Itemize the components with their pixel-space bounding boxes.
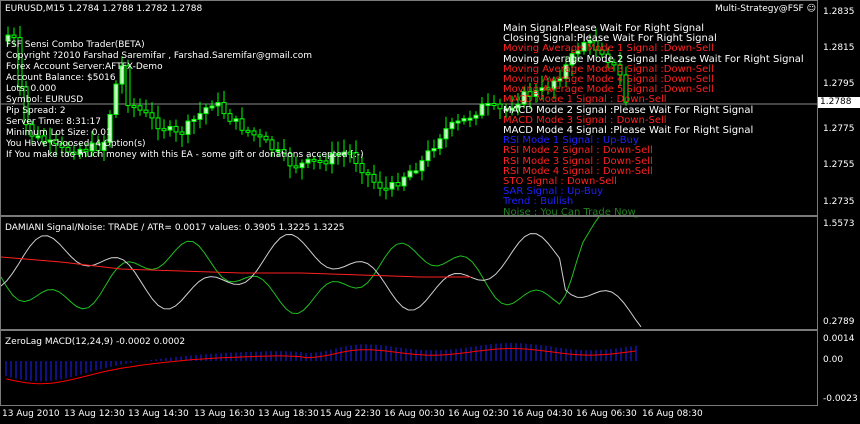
- candle-body: [173, 125, 179, 133]
- candle-body: [443, 128, 449, 140]
- damiani-axis-top: 1.5573: [823, 219, 855, 229]
- candle-body: [455, 120, 461, 124]
- macd-axis-bottom: -0.0023: [823, 394, 858, 404]
- candle-body: [371, 173, 377, 183]
- ea-info-line: Pip Spread: 2: [6, 106, 66, 116]
- candle-body: [419, 160, 425, 172]
- candle-body: [437, 138, 443, 150]
- ea-info-line: Forex Account Server:AFTFX-Demo: [6, 62, 163, 72]
- candle-body: [467, 117, 473, 121]
- candle-body: [389, 182, 395, 190]
- candle-body: [263, 135, 269, 141]
- ea-info-line: FSF Sensi Combo Trader(BETA): [6, 40, 145, 50]
- candle-body: [293, 165, 299, 169]
- candle-body: [11, 34, 17, 39]
- price-label: 1.2815: [823, 43, 855, 53]
- candle-body: [227, 113, 233, 122]
- price-chart-pane[interactable]: EURUSD,M15 1.2784 1.2788 1.2782 1.2788 M…: [0, 0, 819, 218]
- time-label: 13 Aug 14:30: [128, 409, 189, 419]
- candle-body: [113, 83, 119, 115]
- time-label: 16 Aug 08:30: [642, 409, 703, 419]
- candle-body: [233, 118, 239, 122]
- current-price-label: 1.2788: [818, 97, 860, 108]
- damiani-lines: [1, 217, 642, 328]
- damiani-title: DAMIANI Signal/Noise: TRADE / ATR= 0.001…: [5, 223, 345, 233]
- candle-body: [257, 134, 263, 138]
- candle-body: [167, 125, 173, 131]
- candle-body: [407, 170, 413, 178]
- candle-body: [365, 172, 371, 176]
- candle-body: [191, 118, 197, 122]
- candle-body: [401, 176, 407, 187]
- time-label: 15 Aug 22:30: [320, 409, 381, 419]
- candle-body: [395, 182, 401, 187]
- candle-body: [137, 105, 143, 111]
- candle-body: [473, 114, 479, 119]
- price-label: 1.2775: [823, 124, 855, 134]
- time-label: 13 Aug 16:30: [194, 409, 255, 419]
- candle-body: [485, 103, 491, 107]
- candle-body: [209, 105, 215, 109]
- price-label: 1.2795: [823, 79, 855, 89]
- ea-info-line: Account Balance: $5016: [6, 73, 116, 83]
- candle-body: [491, 103, 497, 107]
- price-label: 1.2735: [823, 197, 855, 207]
- candle-body: [197, 113, 203, 120]
- candle-body: [155, 117, 161, 130]
- price-label: 1.2835: [823, 7, 855, 17]
- candle-body: [425, 150, 431, 162]
- candle-body: [131, 105, 137, 109]
- candle-body: [461, 118, 467, 122]
- ea-info-line: Symbol: EURUSD: [6, 95, 84, 105]
- ea-info-line: Copyright ?2010 Farshad Saremifar , Fars…: [6, 51, 312, 61]
- candle-body: [497, 103, 503, 110]
- candle-body: [479, 103, 485, 116]
- macd-axis-mid: 0.00: [823, 355, 844, 365]
- time-label: 13 Aug 2010: [2, 409, 60, 419]
- candle-body: [239, 118, 245, 131]
- macd-axis-top: 0.0014: [823, 334, 855, 344]
- time-label: 16 Aug 00:30: [384, 409, 445, 419]
- candle-body: [377, 181, 383, 189]
- smiley-icon: ☺: [806, 4, 816, 14]
- macd-title: ZeroLag MACD(12,24,9) -0.0002 0.0002: [5, 337, 186, 347]
- ea-info-line: If You make too much money with this EA …: [6, 150, 364, 160]
- ea-info-line: Server Time: 8:31:17: [6, 117, 101, 127]
- candle-body: [383, 187, 389, 191]
- candle-body: [245, 129, 251, 133]
- candle-body: [221, 102, 227, 115]
- damiani-red-line: [1, 256, 471, 278]
- candle-body: [449, 121, 455, 130]
- damiani-white-line: [1, 233, 642, 328]
- time-label: 16 Aug 04:30: [512, 409, 573, 419]
- damiani-indicator-pane[interactable]: DAMIANI Signal/Noise: TRADE / ATR= 0.001…: [0, 216, 818, 330]
- candle-body: [143, 109, 149, 114]
- ea-info-line: Minimum Lot Size: 0.01: [6, 128, 112, 138]
- ea-info-line: You Have Choosed: 4 Option(s): [6, 139, 146, 149]
- candle-body: [323, 160, 329, 165]
- candle-body: [179, 131, 185, 135]
- time-label: 16 Aug 02:30: [448, 409, 509, 419]
- candle-body: [431, 148, 437, 152]
- time-label: 13 Aug 18:30: [258, 409, 319, 419]
- time-label: 13 Aug 12:30: [64, 409, 125, 419]
- candle-body: [299, 162, 305, 169]
- candle-body: [185, 120, 191, 135]
- price-label: 1.2755: [823, 160, 855, 170]
- candle-body: [203, 107, 209, 115]
- candle-body: [269, 139, 275, 151]
- time-label: 16 Aug 06:30: [576, 409, 637, 419]
- ea-info-line: Lots: 0.000: [6, 84, 57, 94]
- damiani-axis-bottom: 0.2789: [823, 317, 855, 327]
- candle-body: [251, 130, 257, 136]
- symbol-title: EURUSD,M15 1.2784 1.2788 1.2782 1.2788: [5, 4, 203, 14]
- candle-body: [149, 112, 155, 119]
- candle-body: [161, 128, 167, 132]
- ea-name: Multi-Strategy@FSF ☺: [715, 4, 816, 14]
- candle-body: [413, 170, 419, 174]
- macd-indicator-pane[interactable]: ZeroLag MACD(12,24,9) -0.0002 0.0002: [0, 330, 818, 406]
- candle-body: [215, 102, 221, 107]
- candle-body: [359, 162, 365, 174]
